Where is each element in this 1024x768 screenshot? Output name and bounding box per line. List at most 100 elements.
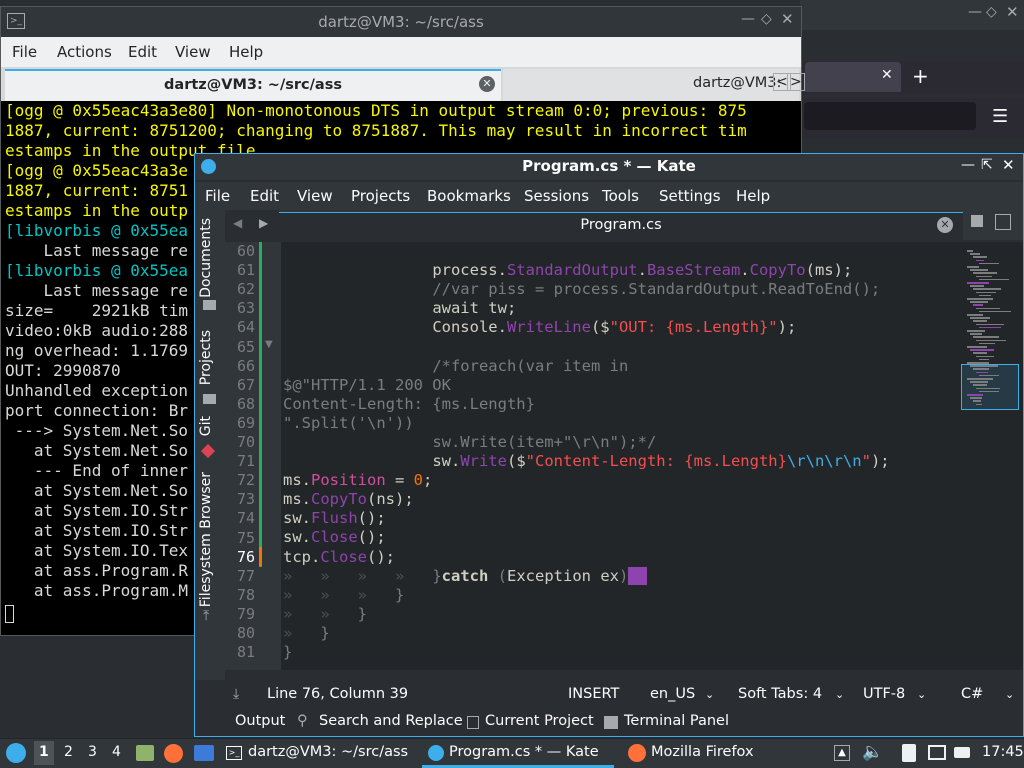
sidebar-tab-documents[interactable]: Documents bbox=[198, 218, 214, 298]
tool-tab-terminal-panel[interactable]: Terminal Panel bbox=[624, 713, 729, 729]
download-icon[interactable]: ⤓ bbox=[233, 686, 239, 702]
minimap[interactable] bbox=[961, 242, 1023, 670]
menu-view[interactable]: View bbox=[175, 43, 211, 61]
menu-actions[interactable]: Actions bbox=[57, 43, 112, 61]
menu-help[interactable]: Help bbox=[736, 187, 770, 205]
code-text[interactable]: process.StandardOutput.BaseStream.CopyTo… bbox=[283, 242, 961, 670]
minimize-icon[interactable]: — bbox=[961, 157, 975, 173]
split-view-icon[interactable] bbox=[995, 214, 1011, 230]
indentation-mode[interactable]: Soft Tabs: 4 bbox=[738, 686, 822, 702]
firefox-tab[interactable]: ✕ bbox=[805, 62, 901, 92]
document-tab-bar: ⤓ Program.cs ✕ bbox=[279, 210, 1023, 240]
taskbar: 1 2 3 4 >_ dartz@VM3: ~/src/ass Program.… bbox=[0, 738, 1024, 768]
tool-tab-current-project[interactable]: Current Project bbox=[485, 713, 594, 729]
terminal-tab-active[interactable]: dartz@VM3: ~/src/ass ✕ bbox=[5, 69, 501, 101]
clipboard-icon[interactable] bbox=[902, 744, 916, 762]
minimap-line bbox=[976, 355, 994, 358]
terminal-menubar: File Actions Edit View Help bbox=[1, 37, 801, 67]
terminal-tab[interactable]: dartz@VM3: < > bbox=[503, 69, 805, 101]
minimap-line bbox=[979, 390, 999, 393]
encoding[interactable]: UTF-8 bbox=[863, 686, 905, 702]
task-kate[interactable]: Program.cs * — Kate bbox=[449, 744, 599, 760]
desktop-4[interactable]: 4 bbox=[112, 744, 121, 760]
document-tab[interactable]: Program.cs ✕ bbox=[279, 212, 963, 240]
terminal-titlebar: >_ dartz@VM3: ~/src/ass — ◇ ✕ bbox=[1, 7, 801, 37]
minimap-line bbox=[970, 301, 988, 303]
app-launcher-icon[interactable] bbox=[6, 743, 26, 763]
line-number: 79 bbox=[236, 604, 255, 623]
maximize-icon[interactable]: ◇ bbox=[761, 11, 772, 27]
pin-icon[interactable] bbox=[971, 215, 983, 227]
chevron-down-icon[interactable]: ⌄ bbox=[835, 688, 844, 701]
nav-forward-icon[interactable]: ▶ bbox=[259, 216, 268, 230]
sidebar-tab-filesystem-browser[interactable]: Filesystem Browser bbox=[198, 472, 214, 607]
task-terminal[interactable]: dartz@VM3: ~/src/ass bbox=[248, 744, 408, 760]
minimap-line bbox=[970, 381, 988, 383]
clock[interactable]: 17:45 bbox=[982, 744, 1024, 760]
syntax-mode[interactable]: C# bbox=[961, 686, 983, 702]
line-number: 65 bbox=[236, 337, 255, 356]
close-tab-icon[interactable]: ✕ bbox=[937, 217, 953, 233]
nav-back-icon[interactable]: ◀ bbox=[233, 216, 242, 230]
desktop-2[interactable]: 2 bbox=[64, 744, 73, 760]
close-icon[interactable]: ✕ bbox=[781, 10, 794, 28]
sidebar-tab-git[interactable]: Git bbox=[198, 416, 214, 436]
volume-icon[interactable]: 🔈 bbox=[862, 742, 883, 762]
dictionary-language[interactable]: en_US bbox=[650, 686, 695, 702]
search-icon: ⚲ bbox=[297, 713, 308, 729]
fold-marker-icon[interactable]: ▼ bbox=[265, 339, 273, 350]
maximize-icon[interactable]: ◇ bbox=[986, 4, 997, 20]
window-title: Program.cs * — Kate bbox=[522, 157, 696, 175]
menu-file[interactable]: File bbox=[12, 43, 37, 61]
network-icon[interactable] bbox=[928, 745, 946, 760]
new-tab-icon[interactable]: + bbox=[912, 64, 929, 88]
minimap-line bbox=[976, 323, 1004, 326]
close-tab-icon[interactable]: ✕ bbox=[479, 76, 495, 92]
cursor-position[interactable]: Line 76, Column 39 bbox=[267, 686, 408, 702]
minimap-line bbox=[967, 394, 983, 396]
menu-icon[interactable]: ☰ bbox=[992, 106, 1008, 127]
chevron-right-icon[interactable]: > bbox=[787, 73, 805, 91]
minimize-icon[interactable]: — bbox=[968, 4, 982, 20]
chevron-down-icon[interactable]: ⌄ bbox=[705, 688, 714, 701]
minimize-icon[interactable]: — bbox=[741, 11, 755, 27]
line-number: 80 bbox=[236, 624, 255, 642]
chevron-down-icon[interactable]: ⌄ bbox=[917, 688, 926, 701]
minimap-line bbox=[976, 307, 1000, 310]
code-editor[interactable]: 60 61 62 63 64 65 66 67 68 69 70 71 72 73 74 75 76 77 78 79… bbox=[225, 242, 961, 670]
desktop-1[interactable]: 1 bbox=[39, 744, 49, 760]
modified-line-marker bbox=[259, 242, 262, 567]
menu-tools[interactable]: Tools bbox=[602, 187, 639, 205]
desktop-3[interactable]: 3 bbox=[88, 744, 97, 760]
menu-bookmarks[interactable]: Bookmarks bbox=[427, 187, 511, 205]
tray-arrow-icon[interactable]: ▲ bbox=[834, 745, 850, 761]
line-number: 71 bbox=[236, 452, 255, 471]
close-tab-icon[interactable]: ✕ bbox=[881, 67, 893, 83]
task-firefox[interactable]: Mozilla Firefox bbox=[651, 744, 754, 760]
menu-help[interactable]: Help bbox=[229, 43, 263, 61]
menu-projects[interactable]: Projects bbox=[351, 187, 410, 205]
chevron-down-icon[interactable]: ⌄ bbox=[1005, 688, 1014, 701]
file-manager-icon[interactable] bbox=[136, 745, 154, 761]
sidebar-tab-projects[interactable]: Projects bbox=[198, 330, 214, 385]
input-mode[interactable]: INSERT bbox=[568, 686, 619, 702]
menu-sessions[interactable]: Sessions bbox=[524, 187, 589, 205]
keyboard-icon[interactable] bbox=[954, 747, 970, 758]
tool-tab-output[interactable]: Output bbox=[235, 713, 285, 729]
maximize-icon[interactable]: ⇱ bbox=[981, 157, 993, 173]
url-field[interactable] bbox=[804, 102, 976, 130]
menu-edit[interactable]: Edit bbox=[250, 187, 279, 205]
show-desktop-icon[interactable] bbox=[194, 745, 214, 761]
menu-file[interactable]: File bbox=[205, 187, 230, 205]
minimap-line bbox=[973, 256, 987, 258]
minimap-line bbox=[970, 269, 988, 271]
firefox-icon[interactable] bbox=[164, 744, 183, 763]
close-icon[interactable]: ✕ bbox=[1002, 156, 1015, 174]
line-number: 78 bbox=[236, 585, 255, 604]
close-icon[interactable]: ✕ bbox=[1006, 3, 1019, 21]
menu-settings[interactable]: Settings bbox=[659, 187, 721, 205]
menu-view[interactable]: View bbox=[297, 187, 333, 205]
menu-edit[interactable]: Edit bbox=[128, 43, 157, 61]
minimap-line bbox=[979, 310, 1011, 313]
tool-tab-search-and-replace[interactable]: Search and Replace bbox=[319, 713, 463, 729]
